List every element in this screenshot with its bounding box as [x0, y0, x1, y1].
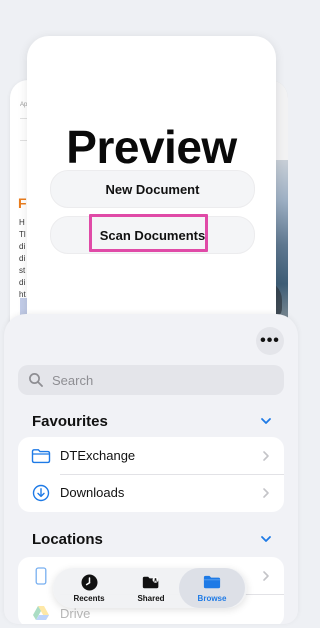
- tab-label: Recents: [73, 594, 105, 603]
- tab-label: Browse: [197, 594, 227, 603]
- locations-heading[interactable]: Locations: [32, 531, 103, 548]
- doc-line: di: [19, 278, 26, 287]
- favourite-item-downloads[interactable]: Downloads: [18, 474, 284, 511]
- search-input[interactable]: [50, 371, 254, 389]
- iphone-icon: [31, 566, 51, 586]
- folder-icon: [31, 446, 51, 466]
- bottom-tab-bar: Recents Shared Browse: [53, 568, 247, 608]
- favourite-item-label: Downloads: [60, 485, 125, 500]
- doc-line: di: [19, 254, 26, 263]
- tab-browse[interactable]: Browse: [179, 568, 245, 608]
- tab-recents[interactable]: Recents: [57, 568, 121, 608]
- new-document-button[interactable]: New Document: [50, 170, 255, 208]
- more-options-button[interactable]: •••: [256, 327, 284, 355]
- google-drive-icon: [31, 603, 51, 623]
- favourite-item-dtexchange[interactable]: DTExchange: [18, 437, 284, 474]
- favourite-item-label: DTExchange: [60, 448, 136, 463]
- favourites-heading[interactable]: Favourites: [32, 413, 108, 430]
- chevron-down-icon[interactable]: [260, 533, 272, 545]
- search-bar[interactable]: [18, 365, 284, 395]
- clock-icon: [80, 573, 98, 591]
- doc-line: di: [19, 242, 26, 251]
- download-circle-icon: [31, 483, 51, 503]
- scan-documents-highlight: [89, 214, 208, 252]
- search-icon: [28, 372, 44, 388]
- doc-line: H: [19, 218, 25, 227]
- chevron-right-icon: [263, 487, 269, 498]
- shared-folder-icon: [142, 573, 160, 591]
- chevron-down-icon[interactable]: [260, 415, 272, 427]
- doc-line: st: [19, 266, 26, 275]
- tab-shared[interactable]: Shared: [119, 568, 183, 608]
- chevron-right-icon: [263, 450, 269, 461]
- doc-line: Tl: [19, 230, 26, 239]
- favourites-list: DTExchange Downloads: [18, 437, 284, 512]
- folder-icon: [203, 573, 221, 591]
- preview-title: Preview: [66, 121, 237, 173]
- tab-label: Shared: [137, 594, 165, 603]
- doc-heading-initial: F: [18, 195, 27, 211]
- chevron-right-icon: [263, 570, 269, 581]
